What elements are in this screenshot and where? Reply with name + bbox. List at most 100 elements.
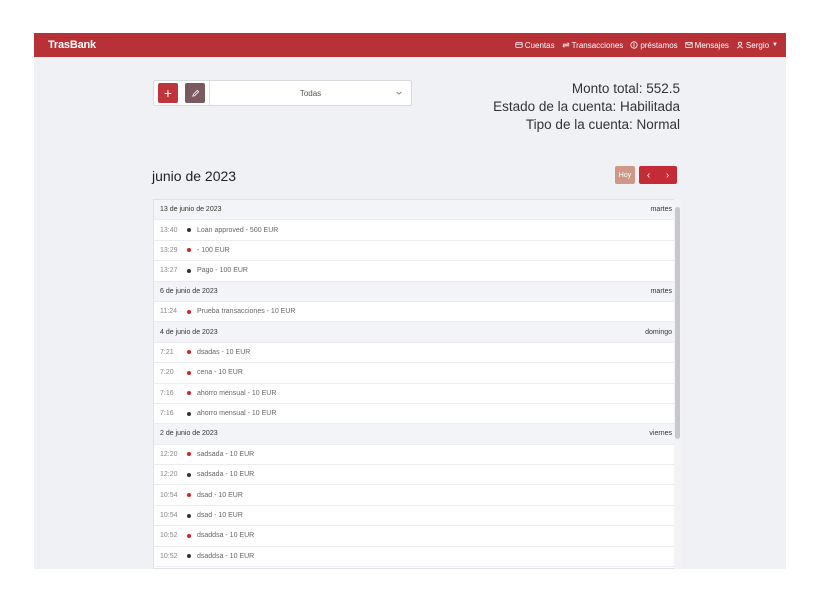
event-title: cena - 10 EUR [197, 369, 243, 377]
event-row[interactable]: 12:20 sadsada - 10 EUR [154, 465, 680, 486]
next-month-button[interactable]: › [658, 166, 677, 184]
wallet-icon [515, 42, 523, 48]
pencil-icon [191, 89, 199, 97]
account-status: Estado de la cuenta: Habilitada [493, 99, 680, 114]
account-summary: Monto total: 552.5 Estado de la cuenta: … [493, 80, 680, 134]
add-button[interactable]: + [158, 83, 178, 103]
event-dot-icon [187, 533, 191, 538]
prev-month-button[interactable]: ‹ [639, 166, 658, 184]
day-date: 2 de junio de 2023 [160, 430, 218, 438]
event-title: dsaddsa - 10 EUR [197, 552, 255, 560]
event-row[interactable]: 7:21 dsadas - 10 EUR [154, 343, 680, 364]
event-time: 13:40 [160, 226, 178, 234]
event-time: 10:52 [160, 532, 178, 540]
coin-icon [630, 41, 638, 49]
month-title: junio de 2023 [152, 168, 237, 184]
user-menu[interactable]: Sergio ▼ [736, 41, 778, 50]
event-title: sadsada - 10 EUR [197, 450, 255, 458]
event-title: - 100 EUR [197, 246, 230, 254]
event-row[interactable]: 7:20 cena - 10 EUR [154, 363, 680, 384]
event-row[interactable]: 13:29 - 100 EUR [154, 241, 680, 262]
event-time: 7:16 [160, 389, 174, 397]
event-time: 12:20 [160, 450, 178, 458]
event-title: sadsada - 10 EUR [197, 471, 255, 479]
event-time: 7:21 [160, 348, 174, 356]
event-title: ahorro mensual - 10 EUR [197, 410, 277, 418]
event-row[interactable]: 12:20 sadsada - 10 EUR [154, 445, 680, 466]
event-row[interactable]: 13:27 Pago - 100 EUR [154, 261, 680, 282]
nav-item-transacciones[interactable]: Transacciones [562, 40, 624, 50]
event-time: 13:27 [160, 267, 178, 275]
event-dot-icon [187, 309, 191, 314]
brand-logo[interactable]: TrasBank [48, 39, 515, 51]
day-header: 6 de junio de 2023 martes [154, 281, 680, 302]
event-dot-icon [187, 350, 191, 355]
nav-item-label: préstamos [640, 40, 678, 50]
event-dot-icon [187, 391, 191, 396]
user-icon [736, 41, 744, 49]
event-list: 13 de junio de 2023 martes 13:40 Loan appro… [153, 199, 681, 569]
caret-down-icon: ▼ [772, 42, 778, 48]
event-dot-icon [187, 411, 191, 416]
nav-item-cuentas[interactable]: Cuentas [515, 41, 555, 50]
event-title: Pago - 100 EUR [197, 267, 248, 275]
event-title: dsaddsa - 10 EUR [197, 532, 255, 540]
prev-next-group: ‹ › [639, 166, 677, 184]
calendar-nav: Hoy ‹ › [615, 166, 677, 184]
nav-item-mensajes[interactable]: Mensajes [685, 41, 729, 50]
day-header: 2 de junio de 2023 viernes [154, 424, 680, 445]
day-date: 13 de junio de 2023 [160, 206, 222, 214]
event-title: Loan approved - 500 EUR [197, 226, 279, 234]
event-title: dsad - 10 EUR [197, 512, 243, 520]
list-scrollbar-thumb[interactable] [675, 207, 680, 439]
event-row[interactable]: 7:16 ahorro mensual - 10 EUR [154, 404, 680, 425]
day-header: 13 de junio de 2023 martes [154, 200, 680, 221]
day-weekday: martes [650, 287, 672, 295]
swap-arrows-icon [562, 42, 570, 48]
nav-item-prestamos[interactable]: préstamos [630, 40, 678, 50]
chevron-down-icon [396, 91, 402, 95]
event-title: dsadas - 10 EUR [197, 348, 251, 356]
event-row[interactable]: 10:54 dsad - 10 EUR [154, 485, 680, 506]
event-dot-icon [187, 452, 191, 457]
account-type: Tipo de la cuenta: Normal [525, 117, 680, 132]
event-time: 10:54 [160, 491, 178, 499]
event-row[interactable]: 10:54 dsad - 10 EUR [154, 506, 680, 527]
event-row[interactable]: 11:24 Prueba transacciones - 10 EUR [154, 302, 680, 323]
account-filter-value: Todas [299, 88, 322, 98]
event-row[interactable]: 10:52 dsaddsa - 10 EUR [154, 547, 680, 568]
account-filter-select[interactable]: Todas [209, 81, 411, 105]
event-time: 13:29 [160, 246, 178, 254]
event-title: Prueba transacciones - 10 EUR [197, 308, 296, 316]
envelope-icon [685, 42, 693, 48]
app-window: TrasBank Cuentas Transacciones préstamos… [34, 33, 786, 569]
today-button[interactable]: Hoy [615, 166, 635, 184]
event-dot-icon [187, 370, 191, 375]
event-row[interactable]: 10:52 dsaddsa - 10 EUR [154, 526, 680, 547]
day-weekday: martes [650, 206, 672, 214]
event-dot-icon [187, 248, 191, 253]
nav-item-label: Mensajes [694, 40, 729, 50]
event-dot-icon [187, 228, 191, 233]
nav-item-label: Cuentas [524, 40, 555, 50]
event-dot-icon [187, 554, 191, 559]
event-row[interactable]: 7:16 ahorro mensual - 10 EUR [154, 384, 680, 404]
day-weekday: domingo [645, 328, 672, 336]
event-time: 7:20 [160, 369, 174, 377]
event-row[interactable]: 13:40 Loan approved - 500 EUR [154, 220, 680, 241]
account-toolbar: + Todas [153, 80, 412, 106]
event-dot-icon [187, 493, 191, 498]
event-time: 11:24 [160, 308, 177, 316]
event-dot-icon [187, 513, 191, 518]
event-time: 10:52 [160, 552, 178, 560]
edit-button[interactable] [185, 83, 205, 103]
nav-menu: Cuentas Transacciones préstamos Mensajes… [515, 41, 778, 50]
event-time: 12:20 [160, 471, 178, 479]
event-title: dsad - 10 EUR [197, 491, 243, 499]
day-weekday: viernes [649, 430, 672, 438]
day-date: 6 de junio de 2023 [160, 287, 218, 295]
nav-item-label: Transacciones [571, 40, 624, 50]
event-dot-icon [187, 268, 191, 273]
day-date: 4 de junio de 2023 [160, 328, 218, 336]
event-time: 10:54 [160, 512, 178, 520]
